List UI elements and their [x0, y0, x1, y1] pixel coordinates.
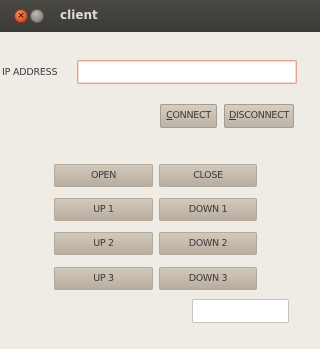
disconnect-mnemonic: D	[229, 110, 237, 121]
down2-button[interactable]: DOWN 2	[159, 232, 257, 255]
ip-address-input[interactable]	[77, 60, 297, 84]
minimize-icon	[31, 10, 43, 22]
up2-button[interactable]: UP 2	[54, 232, 153, 255]
ip-address-label: IP ADDRESS	[2, 67, 58, 78]
close-button[interactable]: CLOSE	[159, 164, 257, 187]
down3-button[interactable]: DOWN 3	[159, 267, 257, 290]
close-icon: ×	[17, 11, 25, 21]
connect-label-rest: ONNECT	[172, 110, 212, 121]
connect-button[interactable]: CONNECT	[160, 104, 217, 128]
close-window-button[interactable]: ×	[14, 9, 28, 23]
open-button[interactable]: OPEN	[54, 164, 153, 187]
client-window: × client IP ADDRESS CONNECT DISCONNECT O…	[0, 0, 320, 349]
up3-button[interactable]: UP 3	[54, 267, 153, 290]
status-field[interactable]	[192, 299, 289, 323]
disconnect-label-rest: ISCONNECT	[236, 110, 289, 121]
down1-button[interactable]: DOWN 1	[159, 198, 257, 221]
up1-button[interactable]: UP 1	[54, 198, 153, 221]
disconnect-button[interactable]: DISCONNECT	[224, 104, 294, 128]
window-title: client	[60, 8, 98, 22]
minimize-window-button[interactable]	[30, 9, 44, 23]
title-bar: × client	[0, 0, 320, 32]
